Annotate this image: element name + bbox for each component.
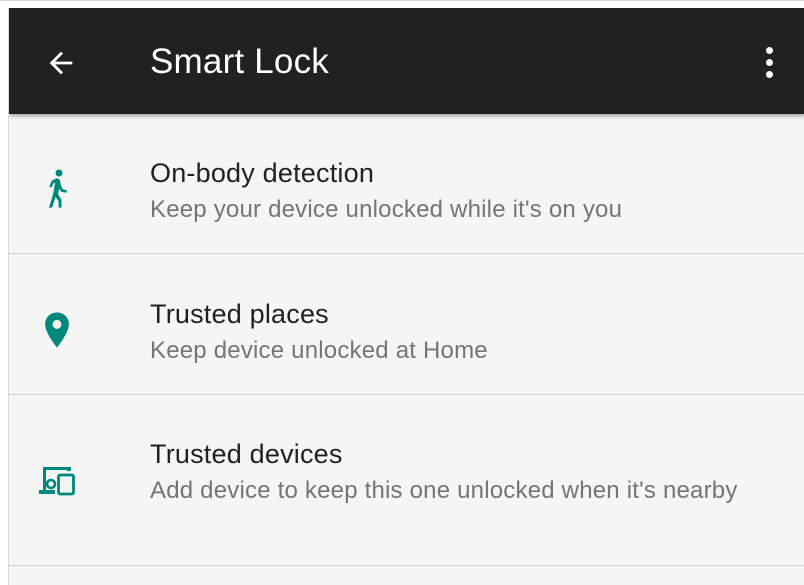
list-item-text: Trusted devices Add device to keep this …: [150, 436, 745, 506]
list-item-title: On-body detection: [150, 158, 375, 188]
list-item-trusted-places[interactable]: Trusted places Keep device unlocked at H…: [9, 254, 804, 395]
list-item-title: Trusted places: [150, 299, 329, 329]
location-pin-icon: [37, 310, 77, 350]
walking-person-icon: [37, 169, 77, 209]
list-item-subtitle: Keep device unlocked at Home: [150, 337, 488, 364]
list-item-subtitle: Keep your device unlocked while it's on …: [150, 196, 623, 223]
window-top-border: [0, 0, 804, 8]
list-item-subtitle: Add device to keep this one unlocked whe…: [150, 477, 738, 504]
more-vert-icon: [765, 46, 773, 54]
arrow-left-icon: [49, 51, 73, 75]
smart-lock-screen: Smart Lock On-body detection Keep your d…: [8, 8, 804, 585]
app-bar: Smart Lock: [9, 8, 804, 114]
devices-icon: [37, 460, 77, 500]
back-button[interactable]: [39, 41, 83, 85]
list-item-text: On-body detection Keep your device unloc…: [150, 155, 745, 225]
page-title: Smart Lock: [150, 42, 329, 81]
smart-lock-options-list: On-body detection Keep your device unloc…: [9, 114, 804, 566]
list-item-text: Trusted places Keep device unlocked at H…: [150, 296, 745, 366]
more-options-button[interactable]: [747, 38, 791, 86]
list-item-title: Trusted devices: [150, 439, 343, 469]
list-item-trusted-devices[interactable]: Trusted devices Add device to keep this …: [9, 395, 804, 566]
list-item-on-body-detection[interactable]: On-body detection Keep your device unloc…: [9, 114, 804, 254]
